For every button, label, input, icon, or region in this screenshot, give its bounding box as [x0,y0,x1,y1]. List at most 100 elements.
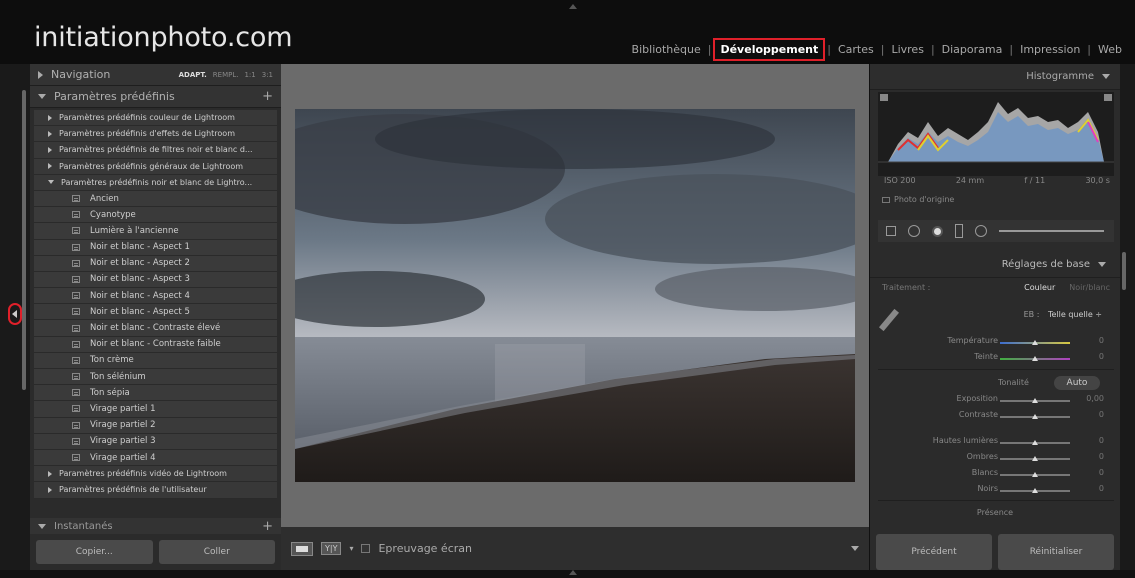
preset-item[interactable]: Virage partiel 2 [34,417,277,434]
preset-item[interactable]: Noir et blanc - Aspect 5 [34,304,277,321]
module-diaporama[interactable]: Diaporama [935,43,1010,56]
whites-slider[interactable]: Blancs 0 [870,468,1120,482]
copy-button[interactable]: Copier... [36,540,153,564]
preset-label: Lumière à l'ancienne [90,225,179,236]
add-snapshot-icon[interactable]: + [262,519,273,534]
zoom-3-1[interactable]: 3:1 [262,71,273,79]
red-eye-tool-icon[interactable] [932,225,943,237]
adjustment-brush-tool-icon[interactable] [999,230,1104,232]
zoom-fill[interactable]: REMPL. [213,71,239,79]
zoom-1-1[interactable]: 1:1 [244,71,255,79]
preset-item[interactable]: Ancien [34,190,277,208]
paste-button[interactable]: Coller [158,540,275,564]
slider-knob[interactable] [1032,456,1038,461]
toolbar-menu-icon[interactable] [851,546,859,551]
top-panel-toggle-icon[interactable] [569,4,577,9]
right-panel-scrollbar[interactable] [1122,252,1126,290]
treatment-color-option[interactable]: Couleur [1024,283,1055,292]
module-developpement[interactable]: Développement [713,38,826,61]
original-photo-toggle[interactable]: Photo d'origine [882,195,954,204]
preset-item[interactable]: Ton crème [34,352,277,369]
module-livres[interactable]: Livres [884,43,930,56]
slider-value[interactable]: 0,00 [1086,394,1104,403]
white-balance-select[interactable]: EB : Telle quelle ÷ [1024,310,1102,319]
blacks-slider[interactable]: Noirs 0 [870,484,1120,498]
preset-item[interactable]: Ton sépia [34,385,277,402]
navigation-header[interactable]: Navigation ADAPT. REMPL. 1:1 3:1 [30,64,281,86]
slider-knob[interactable] [1032,340,1038,345]
preset-item[interactable]: Noir et blanc - Aspect 3 [34,271,277,289]
preset-folder[interactable]: Paramètres prédéfinis d'effets de Lightr… [34,126,277,143]
slider-knob[interactable] [1032,414,1038,419]
left-panel-scrollbar[interactable] [22,90,26,390]
module-cartes[interactable]: Cartes [831,43,881,56]
slider-value[interactable]: 0 [1099,452,1104,461]
spot-removal-tool-icon[interactable] [908,225,920,237]
previous-button[interactable]: Précédent [876,534,992,570]
slider-knob[interactable] [1032,472,1038,477]
auto-tone-button[interactable]: Auto [1054,376,1100,390]
before-after-dropdown-icon[interactable]: ▾ [349,544,353,553]
preset-folder[interactable]: Paramètres prédéfinis de filtres noir et… [34,142,277,159]
preset-folder[interactable]: Paramètres prédéfinis vidéo de Lightroom [34,466,277,483]
graduated-filter-tool-icon[interactable] [955,224,963,238]
preset-label: Ton sépia [90,387,130,398]
iso-value: ISO 200 [884,176,916,185]
preset-folder-open[interactable]: Paramètres prédéfinis noir et blanc de L… [34,174,277,191]
histogram-header[interactable]: Histogramme [870,64,1120,90]
highlights-slider[interactable]: Hautes lumières 0 [870,436,1120,450]
triangle-right-icon [48,114,52,121]
reset-button[interactable]: Réinitialiser [998,534,1114,570]
preset-item[interactable]: Virage partiel 1 [34,401,277,418]
preset-item[interactable]: Noir et blanc - Contraste faible [34,336,277,353]
soft-proofing-checkbox[interactable] [361,544,371,553]
slider-value[interactable]: 0 [1099,352,1104,361]
before-after-button[interactable]: Y|Y [321,542,342,555]
preset-folder[interactable]: Paramètres prédéfinis de l'utilisateur [34,482,277,499]
basic-header[interactable]: Réglages de base [870,252,1120,278]
slider-value[interactable]: 0 [1099,484,1104,493]
bottom-panel-toggle-icon[interactable] [569,570,577,575]
contrast-slider[interactable]: Contraste 0 [870,410,1120,424]
preset-item[interactable]: Virage partiel 4 [34,449,277,467]
preset-item[interactable]: Noir et blanc - Aspect 4 [34,288,277,305]
module-web[interactable]: Web [1091,43,1129,56]
preset-item[interactable]: Lumière à l'ancienne [34,223,277,240]
tint-slider[interactable]: Teinte 0 [870,352,1120,366]
loupe-view-button[interactable] [291,541,313,556]
exposure-slider[interactable]: Exposition 0,00 [870,394,1120,408]
slider-knob[interactable] [1032,488,1038,493]
crop-tool-icon[interactable] [886,226,896,236]
temperature-slider[interactable]: Température 0 [870,336,1120,350]
preset-folder[interactable]: Paramètres prédéfinis couleur de Lightro… [34,110,277,127]
slider-label: Noirs [977,484,998,493]
preset-icon [72,389,80,397]
preset-item[interactable]: Ton sélénium [34,369,277,386]
preset-item[interactable]: Noir et blanc - Contraste élevé [34,320,277,337]
preset-item[interactable]: Virage partiel 3 [34,433,277,450]
left-panel-toggle[interactable] [8,303,22,325]
slider-knob[interactable] [1032,398,1038,403]
preset-item[interactable]: Noir et blanc - Aspect 2 [34,255,277,272]
slider-knob[interactable] [1032,356,1038,361]
slider-knob[interactable] [1032,440,1038,445]
slider-value[interactable]: 0 [1099,336,1104,345]
preset-item[interactable]: Cyanotype [34,207,277,224]
presets-header[interactable]: Paramètres prédéfinis + [30,86,281,108]
module-impression[interactable]: Impression [1013,43,1087,56]
slider-value[interactable]: 0 [1099,468,1104,477]
snapshots-header[interactable]: Instantanés + [30,518,281,534]
eyedropper-icon[interactable] [878,308,900,332]
histogram[interactable] [878,92,1114,176]
preset-folder[interactable]: Paramètres prédéfinis généraux de Lightr… [34,158,277,175]
zoom-fit[interactable]: ADAPT. [179,71,207,79]
module-bibliotheque[interactable]: Bibliothèque [625,43,708,56]
add-preset-icon[interactable]: + [262,89,273,104]
radial-filter-tool-icon[interactable] [975,225,987,237]
treatment-bw-option[interactable]: Noir/blanc [1069,283,1110,292]
slider-value[interactable]: 0 [1099,410,1104,419]
photo-preview[interactable] [295,109,855,482]
slider-value[interactable]: 0 [1099,436,1104,445]
shadows-slider[interactable]: Ombres 0 [870,452,1120,466]
preset-item[interactable]: Noir et blanc - Aspect 1 [34,239,277,256]
